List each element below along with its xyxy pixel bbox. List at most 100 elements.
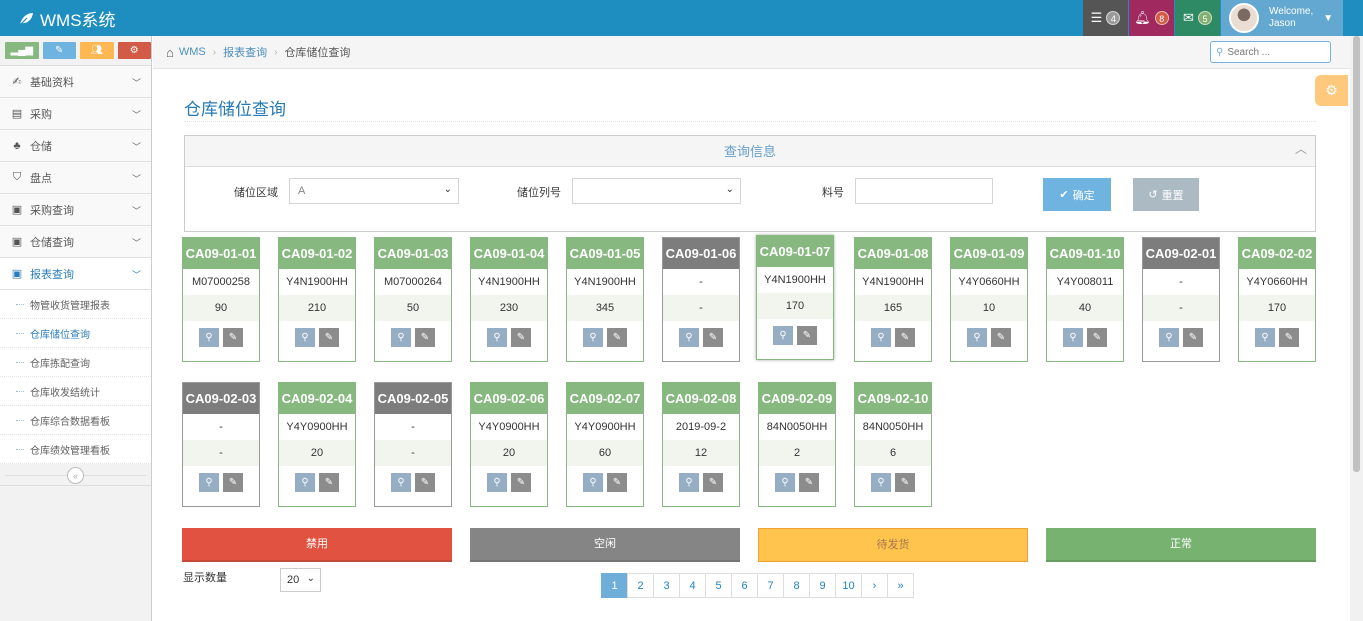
chart-shortcut-button[interactable]: ▂▄▆	[5, 42, 39, 59]
location-card[interactable]: CA09-02-02 Y4Y0660HH 170 ⚲ ✎	[1238, 237, 1316, 362]
view-button[interactable]: ⚲	[583, 473, 603, 492]
scrollbar-thumb[interactable]	[1353, 36, 1360, 472]
view-button[interactable]: ⚲	[295, 473, 315, 492]
tasks-button[interactable]: ☰ 4	[1083, 0, 1128, 36]
submenu-item-io-statistics[interactable]: 仓库收发结统计	[0, 377, 151, 406]
view-button[interactable]: ⚲	[1255, 328, 1275, 347]
edit-shortcut-button[interactable]: ✎	[42, 42, 76, 59]
page-button[interactable]: 1	[601, 573, 628, 598]
part-number-input[interactable]	[855, 178, 993, 204]
sidebar-item-report-query[interactable]: ▣ 报表查询 ﹀	[0, 258, 151, 290]
edit-button[interactable]: ✎	[895, 473, 915, 492]
location-card[interactable]: CA09-02-10 84N0050HH 6 ⚲ ✎	[854, 382, 932, 507]
edit-button[interactable]: ✎	[223, 473, 243, 492]
view-button[interactable]: ⚲	[487, 328, 507, 347]
page-button[interactable]: ›	[861, 573, 888, 598]
edit-button[interactable]: ✎	[1183, 328, 1203, 347]
view-button[interactable]: ⚲	[199, 473, 219, 492]
view-button[interactable]: ⚲	[871, 328, 891, 347]
page-button[interactable]: 4	[679, 573, 706, 598]
edit-button[interactable]: ✎	[991, 328, 1011, 347]
view-button[interactable]: ⚲	[967, 328, 987, 347]
page-button[interactable]: 2	[627, 573, 654, 598]
column-select[interactable]: ⌄	[572, 178, 741, 204]
user-menu[interactable]: Welcome, Jason ▼	[1221, 0, 1343, 36]
users-shortcut-button[interactable]: 👥︎	[80, 42, 114, 59]
view-button[interactable]: ⚲	[391, 473, 411, 492]
chevron-up-icon[interactable]: ︿	[1295, 134, 1307, 165]
vertical-scrollbar[interactable]	[1350, 36, 1363, 621]
view-button[interactable]: ⚲	[1159, 328, 1179, 347]
submenu-item-picking-query[interactable]: 仓库拣配查询	[0, 348, 151, 377]
location-card[interactable]: CA09-01-08 Y4N1900HH 165 ⚲ ✎	[854, 237, 932, 362]
location-card[interactable]: CA09-02-07 Y4Y0900HH 60 ⚲ ✎	[566, 382, 644, 507]
location-card[interactable]: CA09-02-06 Y4Y0900HH 20 ⚲ ✎	[470, 382, 548, 507]
location-card[interactable]: CA09-01-04 Y4N1900HH 230 ⚲ ✎	[470, 237, 548, 362]
location-card[interactable]: CA09-02-05- - ⚲ ✎	[374, 382, 452, 507]
confirm-button[interactable]: ✔ 确定	[1043, 178, 1111, 211]
edit-button[interactable]: ✎	[895, 328, 915, 347]
sidebar-item-inventory-check[interactable]: ⛉ 盘点 ﹀	[0, 162, 151, 194]
location-card[interactable]: CA09-01-03 M07000264 50 ⚲ ✎	[374, 237, 452, 362]
page-button[interactable]: »	[887, 573, 914, 598]
location-card[interactable]: CA09-02-09 84N0050HH 2 ⚲ ✎	[758, 382, 836, 507]
location-card[interactable]: CA09-01-09 Y4Y0660HH 10 ⚲ ✎	[950, 237, 1028, 362]
edit-button[interactable]: ✎	[607, 328, 627, 347]
page-button[interactable]: 6	[731, 573, 758, 598]
breadcrumb-parent-link[interactable]: 报表查询	[223, 44, 267, 60]
page-button[interactable]: 7	[757, 573, 784, 598]
brand[interactable]: WMS系统	[18, 6, 116, 31]
location-card[interactable]: CA09-01-01 M07000258 90 ⚲ ✎	[182, 237, 260, 362]
sidebar-item-purchase-query[interactable]: ▣ 采购查询 ﹀	[0, 194, 151, 226]
reset-button[interactable]: ↺ 重置	[1133, 178, 1199, 211]
edit-button[interactable]: ✎	[1279, 328, 1299, 347]
edit-button[interactable]: ✎	[415, 473, 435, 492]
sidebar-item-storage[interactable]: ♣ 仓储 ﹀	[0, 130, 151, 162]
edit-button[interactable]: ✎	[415, 328, 435, 347]
search-input[interactable]	[1227, 46, 1318, 58]
page-button[interactable]: 8	[783, 573, 810, 598]
edit-button[interactable]: ✎	[223, 328, 243, 347]
edit-button[interactable]: ✎	[607, 473, 627, 492]
edit-button[interactable]: ✎	[703, 328, 723, 347]
page-size-select[interactable]: 20 ⌄	[280, 568, 321, 592]
location-card[interactable]: CA09-01-05 Y4N1900HH 345 ⚲ ✎	[566, 237, 644, 362]
view-button[interactable]: ⚲	[1063, 328, 1083, 347]
location-card[interactable]: CA09-01-02 Y4N1900HH 210 ⚲ ✎	[278, 237, 356, 362]
submenu-item-performance-dashboard[interactable]: 仓库绩效管理看板	[0, 435, 151, 464]
settings-shortcut-button[interactable]: ⚙	[117, 42, 151, 59]
edit-button[interactable]: ✎	[319, 328, 339, 347]
view-button[interactable]: ⚲	[199, 328, 219, 347]
view-button[interactable]: ⚲	[391, 328, 411, 347]
edit-button[interactable]: ✎	[319, 473, 339, 492]
edit-button[interactable]: ✎	[1087, 328, 1107, 347]
sidebar-item-storage-query[interactable]: ▣ 仓储查询 ﹀	[0, 226, 151, 258]
view-button[interactable]: ⚲	[679, 473, 699, 492]
double-left-icon[interactable]: «	[67, 467, 84, 484]
location-card[interactable]: CA09-02-03- - ⚲ ✎	[182, 382, 260, 507]
sidebar-item-basic-data[interactable]: ✍ 基础资料 ﹀	[0, 66, 151, 98]
messages-button[interactable]: ✉ 5	[1175, 0, 1220, 36]
area-select[interactable]: A ⌄	[289, 178, 459, 204]
view-button[interactable]: ⚲	[583, 328, 603, 347]
breadcrumb-home-link[interactable]: WMS	[179, 46, 206, 58]
view-button[interactable]: ⚲	[773, 326, 793, 345]
notifications-button[interactable]: 🔔︎ 8	[1129, 0, 1174, 36]
page-button[interactable]: 9	[809, 573, 836, 598]
settings-toggle-button[interactable]: ⚙	[1315, 75, 1348, 106]
submenu-item-data-dashboard[interactable]: 仓库综合数据看板	[0, 406, 151, 435]
view-button[interactable]: ⚲	[487, 473, 507, 492]
view-button[interactable]: ⚲	[871, 473, 891, 492]
edit-button[interactable]: ✎	[511, 328, 531, 347]
edit-button[interactable]: ✎	[797, 326, 817, 345]
edit-button[interactable]: ✎	[511, 473, 531, 492]
edit-button[interactable]: ✎	[703, 473, 723, 492]
submenu-item-receiving-report[interactable]: 物管收货管理报表	[0, 290, 151, 319]
page-button[interactable]: 5	[705, 573, 732, 598]
location-card[interactable]: CA09-01-06- - ⚲ ✎	[662, 237, 740, 362]
location-card[interactable]: CA09-02-01- - ⚲ ✎	[1142, 237, 1220, 362]
edit-button[interactable]: ✎	[799, 473, 819, 492]
submenu-item-location-query[interactable]: 仓库储位查询	[0, 319, 151, 348]
location-card[interactable]: CA09-02-08 2019-09-2 12 ⚲ ✎	[662, 382, 740, 507]
view-button[interactable]: ⚲	[295, 328, 315, 347]
